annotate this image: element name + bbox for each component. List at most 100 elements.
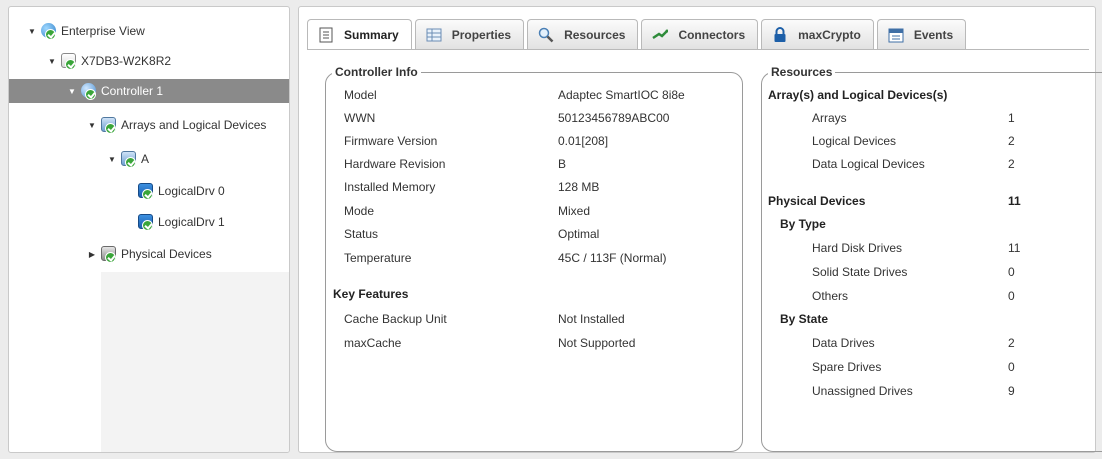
tab-divider: [307, 49, 1089, 50]
key-features-heading: Key Features: [333, 287, 409, 301]
tab-label: maxCrypto: [798, 27, 861, 42]
tab-label: Connectors: [678, 27, 746, 42]
logical-devices-label: Logical Devices: [812, 134, 897, 148]
expand-arrow-icon[interactable]: ▼: [27, 27, 37, 36]
tab-label: Resources: [564, 27, 626, 42]
tab-events[interactable]: Events: [876, 19, 967, 49]
tab-label: Properties: [451, 27, 512, 42]
arrays-logical-devices-heading: Array(s) and Logical Devices(s): [768, 88, 948, 102]
data-logical-devices-label: Data Logical Devices: [812, 157, 925, 171]
logical-drive-icon: [137, 213, 155, 231]
tree-node-controller-1[interactable]: ▼ Controller 1: [9, 79, 289, 103]
expand-arrow-icon[interactable]: ▼: [87, 121, 97, 130]
unassigned-drives-label: Unassigned Drives: [812, 384, 913, 398]
status-label: Status: [344, 227, 379, 241]
document-icon: [318, 27, 334, 43]
resources-group: Resources Array(s) and Logical Devices(s…: [761, 65, 1102, 452]
spare-drives-value: 0: [1008, 360, 1015, 374]
controller-info-group: Controller Info Model Adaptec SmartIOC 8…: [325, 65, 743, 452]
tab-properties[interactable]: Properties: [414, 19, 525, 49]
tab-summary[interactable]: Summary: [307, 19, 412, 50]
enterprise-globe-icon: [40, 22, 58, 40]
server-icon: [60, 52, 78, 70]
controller-content-panel: Summary Properties Resources Connectors: [298, 6, 1102, 453]
mode-value: Mixed: [558, 204, 591, 218]
tree-node-arrays-logical-devices[interactable]: ▼ Arrays and Logical Devices: [87, 113, 266, 137]
tree-empty-area: [101, 272, 289, 452]
tree-node-label: Controller 1: [101, 84, 164, 98]
wwn-label: WWN: [344, 111, 376, 125]
physical-devices-heading: Physical Devices: [768, 194, 866, 208]
cache-backup-unit-label: Cache Backup Unit: [344, 312, 447, 326]
temperature-label: Temperature: [344, 251, 412, 265]
data-drives-value: 2: [1008, 336, 1015, 350]
by-state-heading: By State: [780, 312, 829, 326]
tree-node-server[interactable]: ▼ X7DB3-W2K8R2: [47, 49, 171, 73]
tree-node-array-a[interactable]: ▼ A: [107, 147, 149, 171]
solid-state-drives-label: Solid State Drives: [812, 265, 908, 279]
temperature-value: 45C / 113F (Normal): [558, 251, 667, 265]
arrays-icon: [100, 116, 118, 134]
calendar-icon: [888, 27, 904, 43]
status-value: Optimal: [558, 227, 600, 241]
arrays-count-value: 1: [1008, 111, 1015, 125]
solid-state-drives-value: 0: [1008, 265, 1015, 279]
spare-drives-label: Spare Drives: [812, 360, 882, 374]
mode-label: Mode: [344, 204, 375, 218]
enterprise-tree-panel: ▼ Enterprise View ▼ X7DB3-W2K8R2 ▼ Contr…: [8, 6, 290, 453]
resources-legend: Resources: [768, 65, 836, 79]
hard-disk-drives-label: Hard Disk Drives: [812, 241, 903, 255]
hardware-revision-label: Hardware Revision: [344, 157, 446, 171]
logical-devices-value: 2: [1008, 134, 1015, 148]
installed-memory-label: Installed Memory: [344, 180, 436, 194]
installed-memory-value: 128 MB: [558, 180, 600, 194]
tab-connectors[interactable]: Connectors: [641, 19, 759, 49]
tab-maxcrypto[interactable]: maxCrypto: [761, 19, 874, 49]
tree-node-enterprise-view[interactable]: ▼ Enterprise View: [27, 19, 145, 43]
expand-arrow-icon[interactable]: ▼: [67, 87, 77, 96]
array-icon: [120, 150, 138, 168]
tree-node-label: A: [141, 152, 150, 166]
data-logical-devices-value: 2: [1008, 157, 1015, 171]
model-label: Model: [344, 88, 377, 102]
tree-node-label: LogicalDrv 0: [158, 184, 225, 198]
tree-node-label: LogicalDrv 1: [158, 215, 225, 229]
tree-node-logicaldrv-0[interactable]: LogicalDrv 0: [137, 179, 225, 203]
others-label: Others: [812, 289, 849, 303]
logical-drive-icon: [137, 182, 155, 200]
tab-bar: Summary Properties Resources Connectors: [307, 19, 969, 50]
tree-node-label: X7DB3-W2K8R2: [81, 54, 172, 68]
by-type-heading: By Type: [780, 217, 826, 231]
tree-node-physical-devices[interactable]: ▶ Physical Devices: [87, 242, 212, 266]
cache-backup-unit-value: Not Installed: [558, 312, 625, 326]
tree-node-label: Enterprise View: [61, 24, 145, 38]
app-window: ▼ Enterprise View ▼ X7DB3-W2K8R2 ▼ Contr…: [0, 0, 1102, 459]
model-value: Adaptec SmartIOC 8i8e: [558, 88, 685, 102]
controller-icon: [80, 82, 98, 100]
unassigned-drives-value: 9: [1008, 384, 1015, 398]
tab-label: Events: [913, 27, 954, 42]
maxcache-value: Not Supported: [558, 336, 636, 350]
data-drives-label: Data Drives: [812, 336, 875, 350]
tree-node-label: Arrays and Logical Devices: [121, 118, 267, 132]
maxcache-label: maxCache: [344, 336, 402, 350]
wwn-value: 50123456789ABC00: [558, 111, 670, 125]
hard-disk-drives-value: 11: [1008, 241, 1021, 255]
tree-node-logicaldrv-1[interactable]: LogicalDrv 1: [137, 210, 225, 234]
physical-devices-icon: [100, 245, 118, 263]
firmware-version-value: 0.01[208]: [558, 134, 609, 148]
arrays-count-label: Arrays: [812, 111, 847, 125]
collapse-arrow-icon[interactable]: ▶: [87, 250, 97, 259]
properties-grid-icon: [426, 27, 442, 43]
connector-icon: [652, 27, 669, 43]
hardware-revision-value: B: [558, 157, 567, 171]
expand-arrow-icon[interactable]: ▼: [107, 155, 117, 164]
tree-node-label: Physical Devices: [121, 247, 212, 261]
magnifier-icon: [538, 27, 554, 43]
others-value: 0: [1008, 289, 1015, 303]
expand-arrow-icon[interactable]: ▼: [47, 57, 57, 66]
controller-info-legend: Controller Info: [332, 65, 421, 79]
tab-label: Summary: [344, 28, 399, 42]
firmware-version-label: Firmware Version: [344, 134, 438, 148]
tab-resources[interactable]: Resources: [527, 19, 639, 49]
